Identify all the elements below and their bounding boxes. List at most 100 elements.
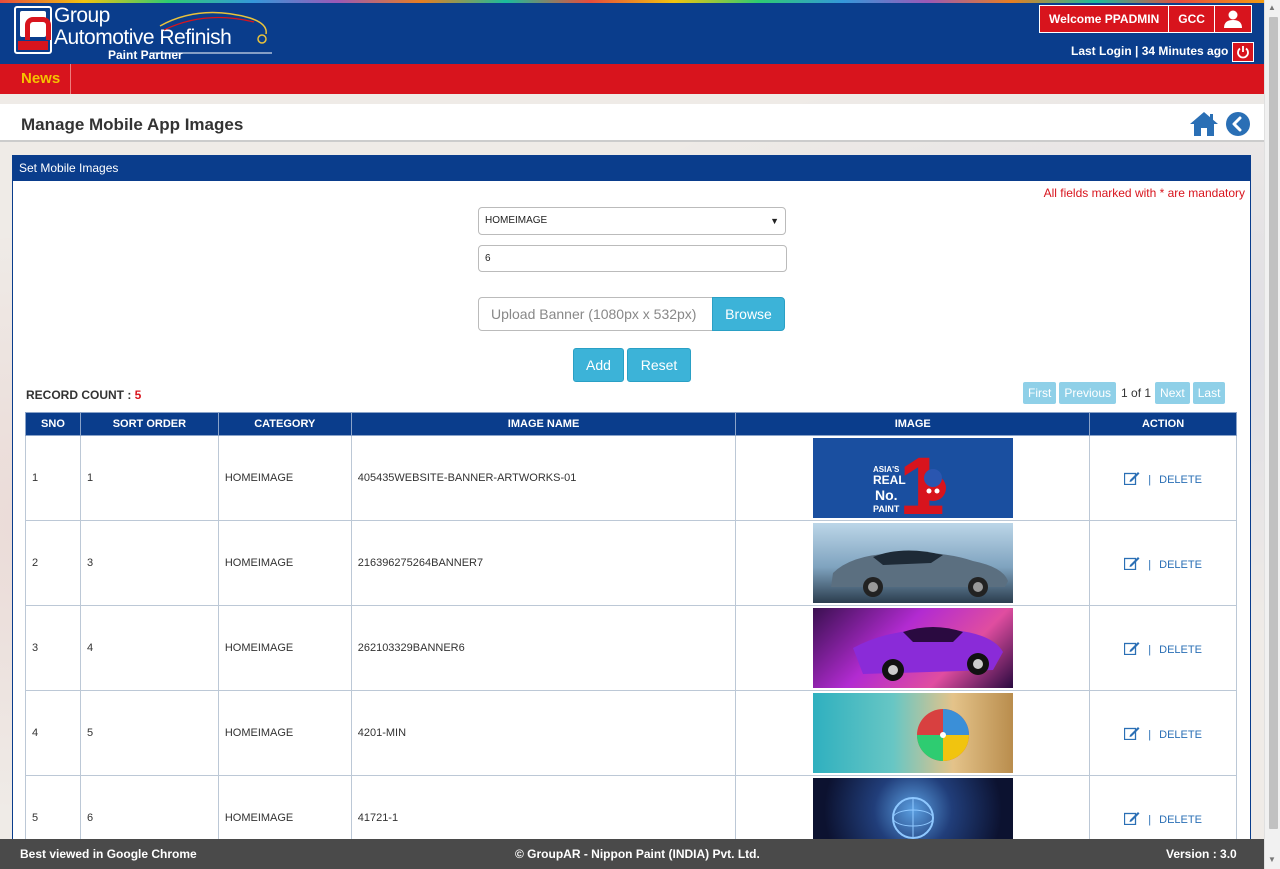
footer-browser-note: Best viewed in Google Chrome: [20, 847, 197, 861]
delete-link[interactable]: DELETE: [1159, 644, 1202, 656]
cell-sno: 3: [25, 605, 81, 691]
cell-sort-order: 1: [79, 435, 219, 521]
mandatory-note: All fields marked with * are mandatory: [1043, 186, 1245, 200]
edit-icon[interactable]: [1124, 641, 1140, 655]
cell-sno: 1: [25, 435, 81, 521]
banner-text: No.: [875, 487, 898, 503]
pager: First Previous 1 of 1 Next Last: [1023, 382, 1228, 404]
banner-thumbnail: [812, 693, 1013, 773]
cell-action: | DELETE: [1089, 435, 1237, 521]
set-mobile-images-panel: Set Mobile Images All fields marked with…: [12, 155, 1251, 861]
chevron-down-icon: ▼: [770, 216, 779, 226]
cell-image-name: 216396275264BANNER7: [350, 520, 737, 606]
sort-order-input[interactable]: 6: [478, 245, 787, 272]
cell-image-name: 4201-MIN: [350, 690, 737, 776]
banner-artwork: [830, 550, 1008, 597]
action-separator: |: [1148, 473, 1152, 486]
delete-link[interactable]: DELETE: [1159, 814, 1202, 826]
action-separator: |: [1148, 558, 1152, 571]
table-row: 1 1 HOMEIMAGE 405435WEBSITE-BANNER-ARTWO…: [25, 435, 1237, 521]
region-label[interactable]: GCC: [1169, 6, 1215, 32]
banner-artwork: ASIA'S REAL No. PAINT 1: [873, 441, 946, 518]
cell-category: HOMEIMAGE: [217, 605, 352, 691]
delete-link[interactable]: DELETE: [1159, 559, 1202, 571]
table-row: 4 5 HOMEIMAGE 4201-MIN | DELETE: [25, 690, 1237, 776]
cell-image: [735, 520, 1091, 606]
edit-icon[interactable]: [1124, 811, 1140, 825]
pager-info: 1 of 1: [1121, 386, 1152, 400]
page-title: Manage Mobile App Images: [21, 115, 244, 134]
footer-copyright: © GroupAR - Nippon Paint (INDIA) Pvt. Lt…: [515, 847, 760, 861]
pager-next-button[interactable]: Next: [1155, 382, 1190, 404]
column-header-sno: SNO: [25, 412, 81, 436]
banner-thumbnail: ASIA'S REAL No. PAINT 1: [812, 438, 1013, 518]
banner-thumbnail: [812, 608, 1013, 688]
main-nav: News: [0, 64, 1264, 94]
power-icon[interactable]: [1232, 42, 1254, 62]
cell-image-name: 262103329BANNER6: [350, 605, 737, 691]
cell-action: | DELETE: [1089, 605, 1237, 691]
reset-button[interactable]: Reset: [627, 348, 691, 382]
record-count-label: RECORD COUNT :: [26, 388, 132, 402]
edit-icon[interactable]: [1124, 471, 1140, 485]
back-icon[interactable]: [1225, 111, 1251, 137]
cell-image: [735, 605, 1091, 691]
color-strip: [0, 0, 1264, 3]
panel-title: Set Mobile Images: [13, 156, 1250, 181]
edit-icon[interactable]: [1124, 556, 1140, 570]
cell-sort-order: 5: [79, 690, 219, 776]
last-login: Last Login | 34 Minutes ago: [1071, 44, 1229, 58]
delete-link[interactable]: DELETE: [1159, 474, 1202, 486]
delete-link[interactable]: DELETE: [1159, 729, 1202, 741]
cell-image: [735, 690, 1091, 776]
cell-category: HOMEIMAGE: [217, 435, 352, 521]
user-bar: Welcome PPADMIN GCC: [1039, 5, 1252, 33]
scroll-up-icon[interactable]: ▲: [1268, 3, 1276, 12]
vertical-scrollbar[interactable]: ▲ ▼: [1264, 0, 1280, 869]
app-header: Group Automotive Refinish Paint Partner …: [0, 0, 1264, 64]
category-select[interactable]: HOMEIMAGE ▼: [478, 207, 786, 235]
cell-sno: 2: [25, 520, 81, 606]
footer-version: Version : 3.0: [1166, 847, 1237, 861]
table-row: 3 4 HOMEIMAGE 262103329BANNER6 | DELETE: [25, 605, 1237, 691]
cell-category: HOMEIMAGE: [217, 520, 352, 606]
images-table: SNO SORT ORDER CATEGORY IMAGE NAME IMAGE…: [25, 412, 1237, 861]
action-separator: |: [1148, 728, 1152, 741]
table-header-row: SNO SORT ORDER CATEGORY IMAGE NAME IMAGE…: [25, 412, 1237, 436]
banner-thumbnail: [812, 523, 1013, 603]
add-button[interactable]: Add: [573, 348, 624, 382]
edit-icon[interactable]: [1124, 726, 1140, 740]
scroll-down-icon[interactable]: ▼: [1268, 855, 1276, 864]
title-bar: Manage Mobile App Images: [0, 104, 1264, 142]
cell-category: HOMEIMAGE: [217, 690, 352, 776]
column-header-sort-order: SORT ORDER: [79, 412, 219, 436]
cell-sort-order: 4: [79, 605, 219, 691]
column-header-action: ACTION: [1089, 412, 1237, 436]
cell-sort-order: 3: [79, 520, 219, 606]
banner-text: PAINT: [873, 504, 900, 514]
column-header-image: IMAGE: [735, 412, 1091, 436]
column-header-image-name: IMAGE NAME: [350, 412, 737, 436]
cell-action: | DELETE: [1089, 690, 1237, 776]
pager-first-button[interactable]: First: [1023, 382, 1057, 404]
nippon-logo[interactable]: [14, 6, 52, 54]
cell-image-name: 405435WEBSITE-BANNER-ARTWORKS-01: [350, 435, 737, 521]
action-separator: |: [1148, 813, 1152, 826]
user-icon[interactable]: [1215, 6, 1251, 32]
browse-button[interactable]: Browse: [712, 297, 785, 331]
record-count: RECORD COUNT : 5: [26, 388, 141, 402]
category-select-value: HOMEIMAGE: [485, 215, 548, 226]
home-icon[interactable]: [1189, 111, 1219, 137]
nav-item-news[interactable]: News: [0, 64, 72, 94]
pager-last-button[interactable]: Last: [1192, 382, 1226, 404]
pager-previous-button[interactable]: Previous: [1059, 382, 1117, 404]
action-separator: |: [1148, 643, 1152, 656]
banner-artwork: [852, 627, 1003, 681]
record-count-value: 5: [134, 388, 142, 402]
banner-artwork: [916, 709, 969, 761]
table-row: 2 3 HOMEIMAGE 216396275264BANNER7 | DELE…: [25, 520, 1237, 606]
brand-subtitle: Paint Partner: [108, 48, 183, 62]
upload-banner-input[interactable]: Upload Banner (1080px x 532px): [478, 297, 713, 331]
scroll-thumb[interactable]: [1269, 17, 1278, 829]
welcome-text: Welcome PPADMIN: [1040, 6, 1170, 32]
